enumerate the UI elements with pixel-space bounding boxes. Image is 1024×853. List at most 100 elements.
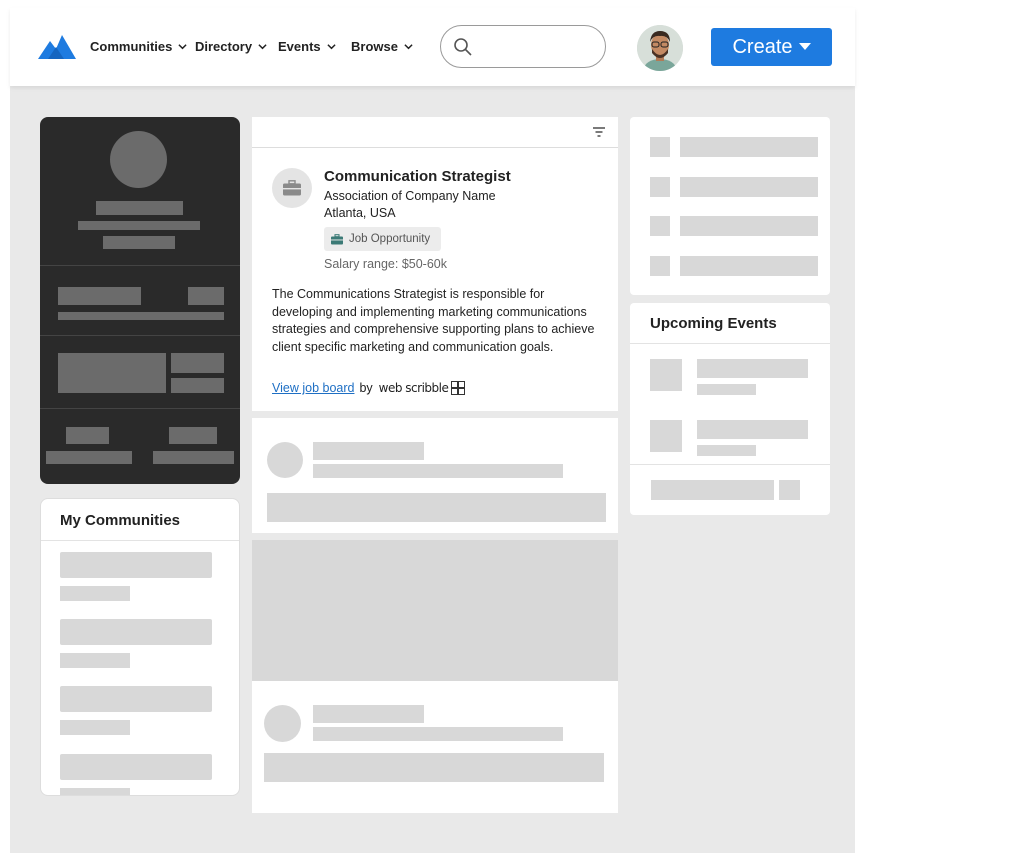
skeleton-line[interactable]	[680, 137, 818, 157]
skeleton-line	[313, 727, 563, 741]
profile-avatar-placeholder	[110, 131, 167, 188]
skeleton-icon	[650, 177, 670, 197]
create-button-label: Create	[732, 35, 793, 58]
skeleton-line[interactable]	[680, 216, 818, 236]
skeleton-item[interactable]	[60, 552, 212, 578]
by-text: by	[359, 381, 373, 395]
nav-communities[interactable]: Communities	[90, 39, 187, 54]
divider	[40, 265, 240, 266]
chevron-down-icon	[178, 44, 187, 50]
my-communities-title: My Communities	[60, 512, 181, 529]
skeleton-line	[169, 427, 217, 444]
chevron-down-icon	[327, 44, 336, 50]
skeleton-avatar	[264, 705, 301, 742]
nav-events-label: Events	[278, 39, 321, 54]
skeleton-line	[313, 464, 563, 478]
job-salary: Salary range: $50-60k	[324, 257, 447, 271]
skeleton-line	[188, 287, 224, 305]
divider	[41, 540, 239, 541]
skeleton-line	[313, 705, 424, 723]
job-icon-circle	[272, 168, 312, 208]
skeleton-line	[96, 201, 183, 215]
nav-browse-label: Browse	[351, 39, 398, 54]
my-communities-card: My Communities	[40, 498, 240, 796]
skeleton-line	[697, 445, 756, 456]
skeleton-block	[267, 493, 606, 522]
divider	[630, 343, 830, 344]
skeleton-avatar	[267, 442, 303, 478]
skeleton-line	[60, 720, 130, 735]
skeleton-line	[313, 442, 424, 460]
search-icon	[454, 38, 472, 56]
skeleton-event-thumb	[650, 359, 682, 391]
chevron-down-icon	[258, 44, 267, 50]
briefcase-icon	[331, 233, 343, 244]
job-title[interactable]: Communication Strategist	[324, 168, 511, 185]
upcoming-events-title: Upcoming Events	[650, 315, 777, 332]
nav-events[interactable]: Events	[278, 39, 336, 54]
skeleton-line	[60, 586, 130, 601]
app-root: Communities Directory Events Browse Crea…	[10, 8, 855, 853]
skeleton-event-thumb	[650, 420, 682, 452]
top-navbar: Communities Directory Events Browse Crea…	[10, 8, 855, 86]
filter-icon[interactable]	[593, 127, 605, 137]
profile-card	[40, 117, 240, 484]
nav-directory-label: Directory	[195, 39, 253, 54]
feed-toolbar	[252, 117, 618, 148]
divider	[630, 464, 830, 465]
job-company: Association of Company Name	[324, 189, 496, 203]
briefcase-icon	[283, 180, 301, 196]
skeleton-item[interactable]	[60, 686, 212, 712]
create-button[interactable]: Create	[711, 28, 832, 66]
avatar[interactable]	[637, 25, 683, 71]
skeleton-line	[58, 287, 141, 305]
skeleton-line[interactable]	[680, 177, 818, 197]
job-location: Atlanta, USA	[324, 206, 396, 220]
logo-mountain-icon[interactable]	[38, 35, 76, 59]
skeleton-line[interactable]	[651, 480, 774, 500]
skeleton-icon	[650, 256, 670, 276]
skeleton-item[interactable]	[60, 619, 212, 645]
skeleton-line[interactable]	[697, 359, 808, 378]
skeleton-icon	[650, 137, 670, 157]
skeleton-line	[171, 378, 224, 393]
skeleton-line	[66, 427, 109, 444]
nav-communities-label: Communities	[90, 39, 173, 54]
view-job-board-link[interactable]: View job board	[272, 381, 354, 395]
nav-directory[interactable]: Directory	[195, 39, 267, 54]
skeleton-media	[252, 540, 618, 681]
badge-label: Job Opportunity	[349, 233, 431, 245]
divider	[40, 408, 240, 409]
skeleton-line	[697, 384, 756, 395]
skeleton-line[interactable]	[680, 256, 818, 276]
skeleton-line[interactable]	[697, 420, 808, 439]
skeleton-line	[171, 353, 224, 373]
skeleton-line	[153, 451, 234, 464]
nav-browse[interactable]: Browse	[351, 39, 413, 54]
skeleton-post	[252, 418, 618, 533]
job-footer: View job board by web scribble	[272, 381, 466, 395]
web-scribble-brand: web scribble	[378, 381, 449, 395]
job-description: The Communications Strategist is respons…	[272, 287, 595, 354]
skeleton-line	[60, 653, 130, 668]
skeleton-line	[78, 221, 200, 230]
divider	[40, 335, 240, 336]
skeleton-line[interactable]	[779, 480, 800, 500]
skeleton-line	[60, 788, 130, 795]
grid-logo-icon	[451, 381, 466, 395]
search-input[interactable]	[440, 25, 606, 68]
chevron-down-icon	[404, 44, 413, 50]
skeleton-block	[58, 353, 166, 393]
skeleton-icon	[650, 216, 670, 236]
user-avatar-icon	[637, 25, 683, 71]
skeleton-item[interactable]	[60, 754, 212, 780]
skeleton-block	[264, 753, 604, 782]
job-post-card: Communication Strategist Association of …	[252, 148, 618, 411]
job-opportunity-badge: Job Opportunity	[324, 227, 441, 251]
caret-down-icon	[798, 43, 811, 50]
right-skeleton-card	[630, 117, 830, 295]
skeleton-line	[58, 312, 224, 320]
skeleton-line	[46, 451, 132, 464]
upcoming-events-card: Upcoming Events	[630, 303, 830, 515]
skeleton-post	[252, 681, 618, 813]
